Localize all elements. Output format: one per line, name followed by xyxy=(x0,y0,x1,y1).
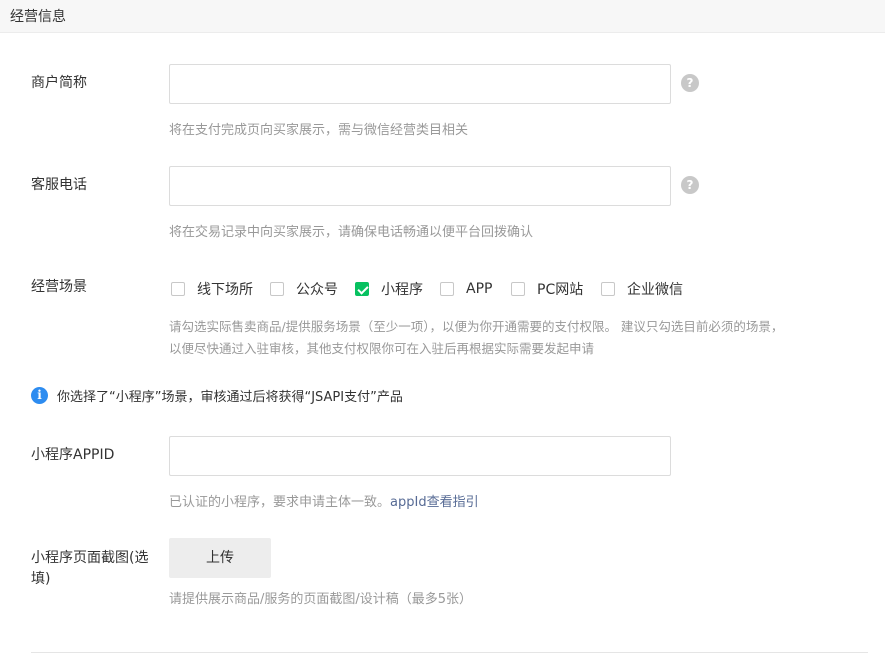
screenshot-label-line2: 填) xyxy=(31,571,51,587)
help-icon[interactable]: ? xyxy=(681,176,699,194)
scene-option-label: 线下场所 xyxy=(197,282,253,298)
scene-option-wecom[interactable]: 企业微信 xyxy=(601,281,683,298)
scene-notice-text: 你选择了“小程序”场景，审核通过后将获得“JSAPI支付”产品 xyxy=(57,390,403,405)
section-header: 经营信息 xyxy=(0,0,885,33)
checkbox[interactable] xyxy=(601,282,615,296)
checkbox-checked[interactable] xyxy=(355,282,369,296)
scene-option-label: 公众号 xyxy=(296,282,338,298)
scene-option-label: 企业微信 xyxy=(627,282,683,298)
business-scene-hint-line1: 请勾选实际售卖商品/提供服务场景（至少一项），以便为你开通需要的支付权限。 建议… xyxy=(169,319,784,334)
merchant-short-name-hint: 将在支付完成页向买家展示，需与微信经营类目相关 xyxy=(169,123,469,138)
upload-button[interactable]: 上传 xyxy=(169,538,271,578)
help-icon[interactable]: ? xyxy=(681,74,699,92)
appid-label: 小程序APPID xyxy=(31,447,115,463)
business-scene-hint-line2: 以便尽快通过入驻审核，其他支付权限你可在入驻后再根据实际需要发起申请 xyxy=(169,341,595,356)
scene-option-label: APP xyxy=(466,281,493,297)
scene-option-label: 小程序 xyxy=(381,282,423,298)
scene-option-app[interactable]: APP xyxy=(440,281,492,297)
service-phone-input[interactable] xyxy=(169,166,671,206)
merchant-short-name-input[interactable] xyxy=(169,64,671,104)
appid-hint-text: 已认证的小程序，要求申请主体一致。 xyxy=(169,495,391,510)
scene-option-offline[interactable]: 线下场所 xyxy=(171,281,253,298)
appid-input[interactable] xyxy=(169,436,671,476)
checkbox[interactable] xyxy=(171,282,185,296)
scene-option-label: PC网站 xyxy=(537,282,584,298)
scene-notice: i 你选择了“小程序”场景，审核通过后将获得“JSAPI支付”产品 xyxy=(31,386,403,405)
service-phone-label: 客服电话 xyxy=(31,177,87,193)
appid-guide-link[interactable]: appId查看指引 xyxy=(390,495,479,510)
service-phone-hint: 将在交易记录中向买家展示，请确保电话畅通以便平台回拨确认 xyxy=(169,225,534,240)
screenshot-label-line1: 小程序页面截图(选 xyxy=(31,550,149,566)
screenshot-hint: 请提供展示商品/服务的页面截图/设计稿（最多5张） xyxy=(169,592,473,607)
scene-option-pc-website[interactable]: PC网站 xyxy=(511,281,584,298)
scene-option-official-account[interactable]: 公众号 xyxy=(270,281,338,298)
divider xyxy=(31,652,868,653)
checkbox[interactable] xyxy=(440,282,454,296)
merchant-short-name-label: 商户简称 xyxy=(31,75,87,91)
business-scene-label: 经营场景 xyxy=(31,279,87,295)
section-title: 经营信息 xyxy=(10,9,66,25)
appid-hint: 已认证的小程序，要求申请主体一致。appId查看指引 xyxy=(169,492,479,514)
checkbox[interactable] xyxy=(270,282,284,296)
scene-option-mini-program[interactable]: 小程序 xyxy=(355,281,423,298)
checkbox[interactable] xyxy=(511,282,525,296)
info-icon: i xyxy=(31,387,48,404)
